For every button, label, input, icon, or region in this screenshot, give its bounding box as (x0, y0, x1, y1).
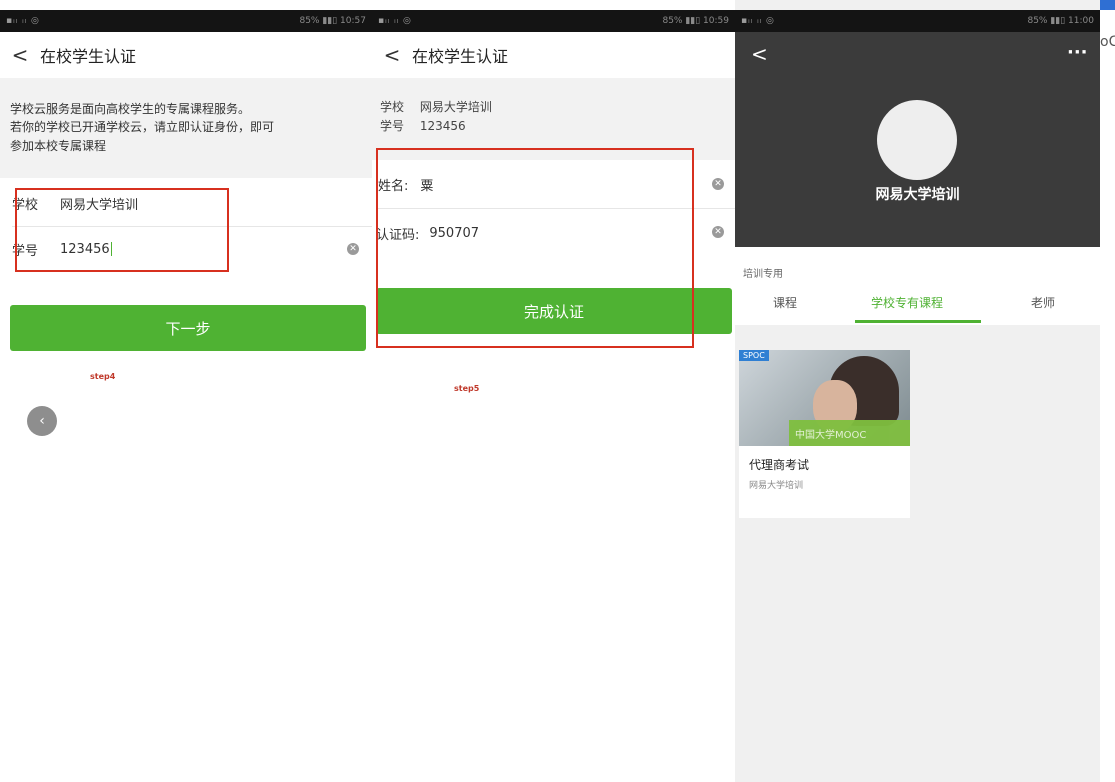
status-bar: ▪ᵢₗ ᵢₗ ◎ 85% ▮▮▯ 10:59 (372, 10, 735, 32)
school-value: 网易大学培训 (419, 100, 492, 114)
tab-school-courses[interactable]: 学校专有课程 (871, 294, 943, 311)
page-title: 在校学生认证 (40, 47, 137, 66)
nav-bar: < 在校学生认证 (0, 32, 372, 78)
spoc-badge: SPOC (739, 350, 769, 361)
back-icon[interactable]: < (751, 42, 768, 66)
tab-teachers[interactable]: 老师 (1031, 294, 1055, 311)
screen-step5: ▪ᵢₗ ᵢₗ ◎ 85% ▮▮▯ 10:59 < 在校学生认证 学校 网易大学培… (372, 0, 735, 782)
id-value: 123456 (419, 119, 466, 133)
step-label: step5 (454, 384, 480, 393)
avatar (877, 100, 957, 180)
banner-text: 中国大学MOOC (795, 430, 867, 441)
course-banner: 中国大学MOOC (789, 420, 910, 446)
clear-icon[interactable]: ✕ (712, 178, 724, 190)
course-title: 代理商考试 (749, 458, 810, 472)
intro-line-2: 若你的学校已开通学校云，请立即认证身份，即可 (10, 120, 275, 134)
battery-time: 85% ▮▮▯ 11:00 (1027, 16, 1094, 26)
screen-school-page: ▪ᵢₗ ᵢₗ ◎ 85% ▮▮▯ 11:00 < ··· 网易大学培训 培训专用… (735, 0, 1100, 782)
edge-text: oC (1100, 34, 1115, 50)
student-id-row: 学号 123456 (380, 117, 466, 134)
floating-back-button[interactable]: ‹ (27, 406, 57, 436)
status-bar: ▪ᵢₗ ᵢₗ ◎ 85% ▮▮▯ 11:00 (735, 10, 1100, 32)
signal-icons: ▪ᵢₗ ᵢₗ ◎ (378, 16, 412, 26)
step-label: step4 (90, 372, 116, 381)
edge-strip: oC (1100, 0, 1115, 782)
clear-icon[interactable]: ✕ (712, 226, 724, 238)
signal-icons: ▪ᵢₗ ᵢₗ ◎ (741, 16, 775, 26)
battery-time: 85% ▮▮▯ 10:59 (662, 16, 729, 26)
status-bar: ▪ᵢₗ ᵢₗ ◎ 85% ▮▮▯ 10:57 (0, 10, 372, 32)
course-school: 网易大学培训 (749, 481, 804, 491)
school-name: 网易大学培训 (875, 187, 960, 203)
school-info-row: 学校 网易大学培训 (380, 98, 492, 115)
course-thumbnail: SPOC 中国大学MOOC (739, 350, 910, 446)
next-button[interactable]: 下一步 (10, 305, 366, 351)
edge-accent (1100, 0, 1115, 10)
id-label: 学号 (380, 119, 405, 133)
nav-bar: < 在校学生认证 (372, 32, 735, 78)
chevron-left-icon: ‹ (39, 413, 45, 429)
back-icon[interactable]: < (378, 43, 406, 67)
clear-icon[interactable]: ✕ (347, 243, 359, 255)
course-card[interactable]: SPOC 中国大学MOOC 代理商考试 网易大学培训 (739, 350, 910, 518)
screen-step4: ▪ᵢₗ ᵢₗ ◎ 85% ▮▮▯ 10:57 < 在校学生认证 学校云服务是面向… (0, 0, 372, 782)
more-icon[interactable]: ··· (1067, 42, 1088, 63)
highlight-box (15, 188, 229, 272)
intro-line-1: 学校云服务是面向高校学生的专属课程服务。 (10, 102, 251, 116)
battery-time: 85% ▮▮▯ 10:57 (299, 16, 366, 26)
section-label: 培训专用 (743, 269, 783, 280)
school-label: 学校 (380, 100, 405, 114)
highlight-box (376, 148, 694, 348)
tab-active-underline (855, 320, 981, 323)
tab-bar (735, 247, 1100, 325)
page-title: 在校学生认证 (412, 47, 509, 66)
intro-line-3: 参加本校专属课程 (10, 139, 107, 153)
tab-courses[interactable]: 课程 (773, 294, 797, 311)
signal-icons: ▪ᵢₗ ᵢₗ ◎ (6, 16, 40, 26)
back-icon[interactable]: < (6, 43, 34, 67)
